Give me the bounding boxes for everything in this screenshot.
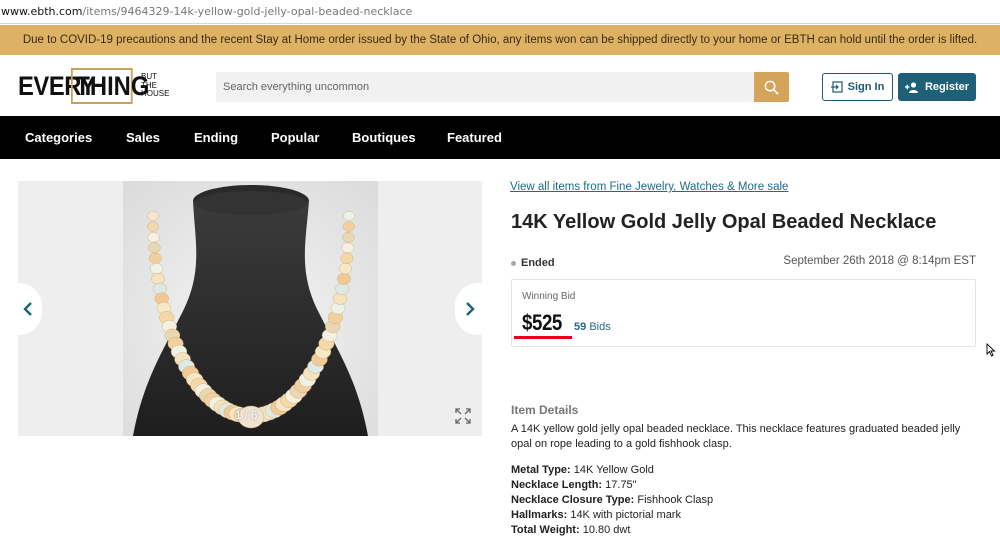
mouse-cursor-icon [986, 343, 996, 357]
necklace-bead [147, 232, 160, 243]
logo-word-every: EVERY [18, 70, 96, 101]
necklace-bead [342, 221, 355, 232]
item-description: A 14K yellow gold jelly opal beaded neck… [511, 423, 961, 450]
search-bar: Search everything uncommon [216, 72, 789, 102]
nav-item-popular[interactable]: Popular [271, 116, 319, 159]
sign-in-label: Sign In [847, 81, 885, 93]
chevron-right-icon [466, 302, 475, 316]
necklace-bead [340, 252, 354, 264]
winning-bid-box: Winning Bid $525 59 Bids [511, 279, 976, 347]
necklace-bead [338, 262, 353, 275]
necklace-bead [147, 221, 160, 232]
spec-row: Hallmarks: 14K with pictorial mark [511, 509, 681, 521]
end-date: September 26th 2018 @ 8:14pm EST [783, 255, 976, 267]
item-details-heading: Item Details [511, 403, 579, 417]
main-nav: Categories Sales Ending Popular Boutique… [0, 116, 1000, 159]
red-underline-annotation [514, 336, 572, 339]
nav-item-boutiques[interactable]: Boutiques [352, 116, 416, 159]
register-label: Register [924, 81, 970, 93]
necklace-image [123, 181, 378, 436]
logo-word-thing: THING [71, 68, 149, 104]
spec-row: Necklace Closure Type: Fishhook Clasp [511, 494, 714, 506]
necklace-bead [341, 242, 355, 254]
add-user-icon [904, 81, 918, 93]
status-label: Ended [521, 257, 555, 269]
nav-item-sales[interactable]: Sales [126, 116, 160, 159]
image-gallery: 1 / 6 [0, 181, 501, 436]
winning-bid-label: Winning Bid [522, 291, 576, 302]
spec-row: Metal Type: 14K Yellow Gold [511, 464, 654, 476]
product-photo[interactable] [123, 181, 378, 436]
necklace-bead [149, 262, 164, 275]
spec-row: Necklace Length: 17.75" [511, 479, 637, 491]
item-specs: Metal Type: 14K Yellow Gold Necklace Len… [511, 463, 713, 538]
nav-item-ending[interactable]: Ending [194, 116, 238, 159]
address-bar[interactable]: www.ebth.com/items/9464329-14k-yellow-go… [0, 0, 1000, 24]
necklace-bead [148, 252, 162, 264]
winning-bid-amount: $525 [522, 310, 562, 335]
search-icon [764, 80, 779, 94]
necklace-bead [337, 273, 351, 285]
nav-item-featured[interactable]: Featured [447, 116, 502, 159]
necklace-bead [342, 232, 355, 243]
item-title: 14K Yellow Gold Jelly Opal Beaded Neckla… [511, 211, 937, 233]
url-path: /items/9464329-14k-yellow-gold-jelly-opa… [82, 5, 413, 18]
sign-in-button[interactable]: Sign In [822, 73, 893, 101]
auction-status: Ended [511, 257, 555, 269]
expand-icon[interactable] [454, 407, 472, 425]
necklace-bead [335, 282, 350, 295]
search-input[interactable]: Search everything uncommon [223, 72, 369, 102]
ebth-logo[interactable]: EVERY THING BUT THE HOUSE [18, 68, 181, 104]
covid-banner: Due to COVID-19 precautions and the rece… [0, 25, 1000, 55]
register-button[interactable]: Register [898, 73, 976, 101]
spec-row: Total Weight: 10.80 dwt [511, 524, 631, 536]
necklace-bead [147, 242, 161, 254]
gallery-prev-button[interactable] [0, 283, 42, 335]
bid-count-link[interactable]: 59 Bids [574, 321, 611, 333]
necklace-bead [343, 211, 355, 221]
necklace-bead [147, 211, 159, 221]
nav-item-categories[interactable]: Categories [25, 116, 92, 159]
url-domain: www.ebth.com [1, 5, 83, 18]
status-dot-icon [511, 260, 516, 266]
gallery-next-button[interactable] [455, 283, 501, 335]
sign-in-icon [830, 81, 843, 93]
site-header: EVERY THING BUT THE HOUSE Search everyth… [0, 55, 1000, 116]
sale-breadcrumb-link[interactable]: View all items from Fine Jewelry, Watche… [510, 181, 788, 193]
gallery-counter: 1 / 6 [235, 410, 258, 422]
search-button[interactable] [754, 72, 789, 102]
necklace-bead [151, 273, 165, 285]
chevron-left-icon [23, 302, 32, 316]
